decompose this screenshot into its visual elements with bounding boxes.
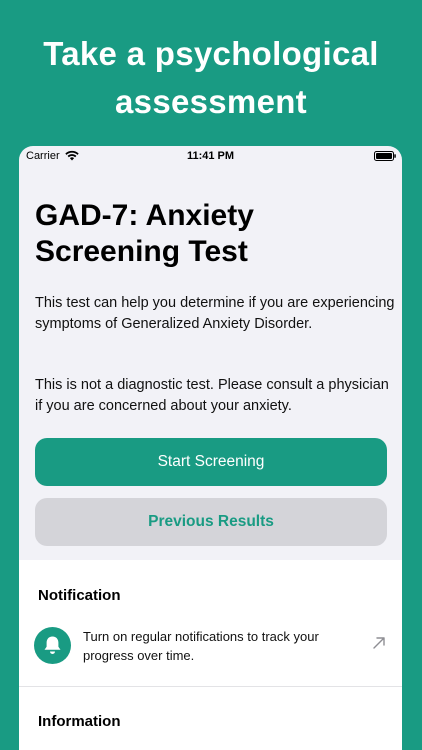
clock: 11:41 PM (186, 150, 235, 162)
battery-icon (374, 151, 396, 161)
notification-section-header: Notification (38, 587, 121, 604)
external-arrow-icon[interactable] (372, 636, 386, 650)
previous-results-button[interactable]: Previous Results (35, 498, 387, 546)
notification-description: Turn on regular notifications to track y… (83, 629, 319, 663)
information-section-header: Information (38, 713, 121, 730)
status-bar: Carrier 11:41 PM (19, 146, 402, 166)
notification-row[interactable]: Turn on regular notifications to track y… (19, 624, 402, 684)
page-title: GAD-7: Anxiety Screening Test (35, 199, 254, 268)
settings-list: Notification Turn on regular notificatio… (19, 560, 402, 750)
bell-icon-badge (34, 627, 71, 664)
description-text: This test can help you determine if you … (35, 295, 395, 332)
phone-screen: Carrier 11:41 PM GAD-7: Anxiety Screenin… (19, 146, 402, 750)
promo-title: Take a psychological assessment (43, 35, 379, 120)
start-screening-button[interactable]: Start Screening (35, 438, 387, 486)
bell-icon (44, 636, 61, 654)
divider (19, 686, 402, 687)
disclaimer-text: This is not a diagnostic test. Please co… (35, 377, 389, 414)
